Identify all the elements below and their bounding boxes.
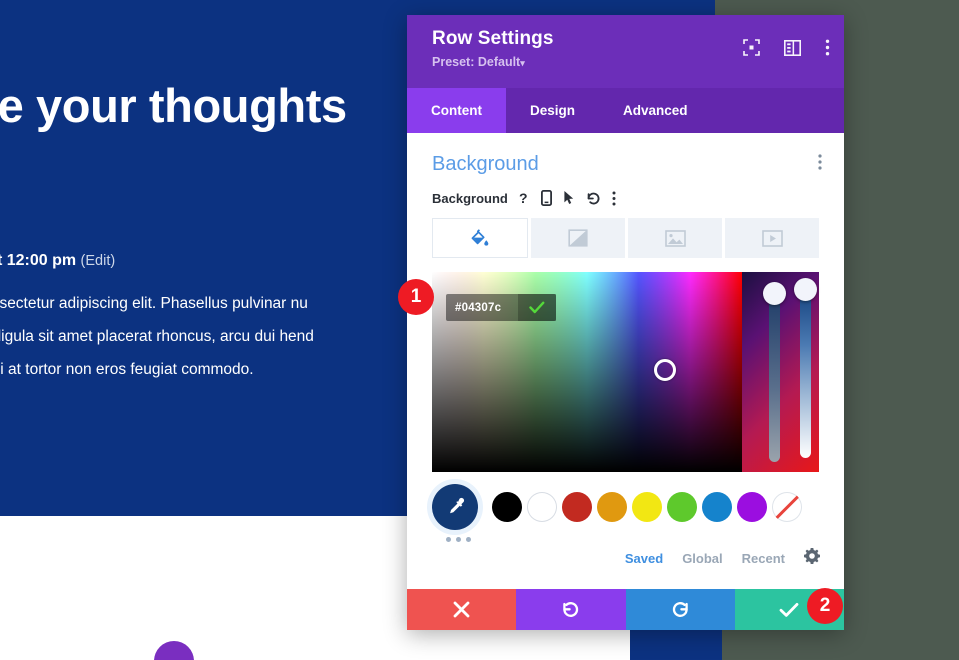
color-picker-handle[interactable] <box>654 359 676 381</box>
background-gradient-tab[interactable] <box>531 218 625 258</box>
swatch-red[interactable] <box>562 492 592 522</box>
background-section-header: Background <box>407 133 844 176</box>
swatch-purple[interactable] <box>737 492 767 522</box>
hex-input[interactable]: #04307c <box>446 302 518 314</box>
responsive-mobile-icon[interactable] <box>540 190 552 206</box>
panel-layout-icon[interactable] <box>784 39 801 61</box>
color-swatch-row <box>432 484 819 530</box>
palette-tabs: Saved Global Recent <box>625 548 820 569</box>
modal-tab-bar: Content Design Advanced <box>407 88 844 133</box>
color-picker: #04307c <box>432 272 819 472</box>
background-field-label: Background <box>432 190 508 206</box>
swatch-transparent[interactable] <box>772 492 802 522</box>
expand-icon[interactable] <box>743 39 760 61</box>
background-field-row: Background ? <box>407 176 844 206</box>
post-date: 2019 at 12:00 pm <box>0 252 77 269</box>
screen: are your thoughts 2019 at 12:00 pm (Edit… <box>0 0 959 660</box>
palette-tab-global[interactable]: Global <box>682 551 722 566</box>
swatch-black[interactable] <box>492 492 522 522</box>
modal-footer <box>407 589 844 630</box>
palette-tab-recent[interactable]: Recent <box>742 551 785 566</box>
eyedropper-icon[interactable] <box>432 484 478 530</box>
swatch-white[interactable] <box>527 492 557 522</box>
row-settings-modal: Row Settings Preset: Default▾ Content De… <box>407 15 844 630</box>
background-video-tab[interactable] <box>725 218 819 258</box>
background-image-tab[interactable] <box>628 218 722 258</box>
undo-button[interactable] <box>516 589 626 630</box>
palette-tab-saved[interactable]: Saved <box>625 551 663 566</box>
saturation-value-area[interactable]: #04307c <box>432 272 742 472</box>
svg-text:?: ? <box>519 191 528 206</box>
tab-advanced[interactable]: Advanced <box>599 88 712 133</box>
more-swatches-icon[interactable] <box>446 537 844 542</box>
gear-icon[interactable] <box>804 548 820 569</box>
hover-cursor-icon[interactable] <box>563 190 575 206</box>
hex-input-group: #04307c <box>446 294 556 321</box>
tab-content[interactable]: Content <box>407 88 506 133</box>
page-title: are your thoughts <box>0 79 347 132</box>
background-type-tabs <box>432 218 819 258</box>
help-icon[interactable]: ? <box>519 191 530 206</box>
swatch-green[interactable] <box>667 492 697 522</box>
tab-design[interactable]: Design <box>506 88 599 133</box>
swatch-yellow[interactable] <box>632 492 662 522</box>
cancel-button[interactable] <box>407 589 517 630</box>
hex-confirm-button[interactable] <box>518 294 556 321</box>
modal-header-icons <box>743 39 830 61</box>
redo-button[interactable] <box>625 589 735 630</box>
chevron-down-icon: ▾ <box>520 58 525 68</box>
more-options-icon[interactable] <box>818 154 822 175</box>
modal-header: Row Settings Preset: Default▾ <box>407 15 844 88</box>
section-title: Background <box>432 153 539 175</box>
swatch-orange[interactable] <box>597 492 627 522</box>
swatch-blue[interactable] <box>702 492 732 522</box>
modal-body: Background Background ? #04307c Saved Gl… <box>407 133 844 589</box>
reset-icon[interactable] <box>586 191 601 206</box>
alpha-slider-handle[interactable] <box>794 278 817 301</box>
hue-slider-track <box>769 300 780 462</box>
annotation-badge-1: 1 <box>398 279 434 315</box>
edit-link[interactable]: (Edit) <box>81 253 116 269</box>
annotation-badge-2: 2 <box>807 588 843 624</box>
background-color-tab[interactable] <box>432 218 528 258</box>
color-sliders <box>742 272 819 472</box>
post-meta: 2019 at 12:00 pm (Edit) <box>0 252 115 270</box>
alpha-slider-track <box>800 296 811 458</box>
preset-label: Preset: Default <box>432 55 521 69</box>
more-options-icon[interactable] <box>612 191 616 206</box>
more-options-icon[interactable] <box>825 39 830 61</box>
hue-slider-handle[interactable] <box>763 282 786 305</box>
